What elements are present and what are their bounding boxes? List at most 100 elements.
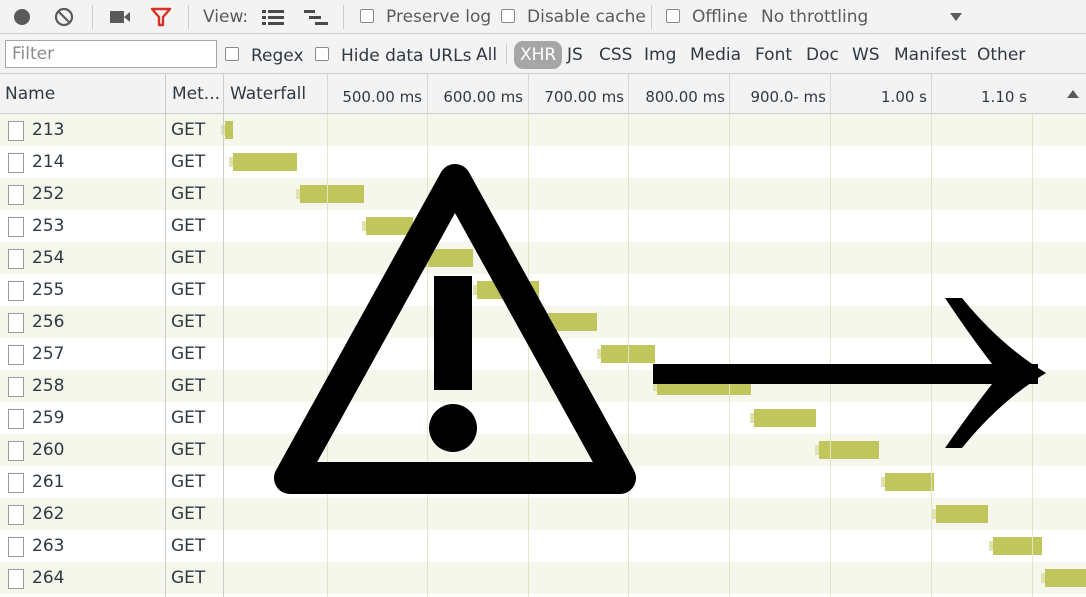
table-row[interactable]: 253 GET: [0, 210, 1086, 242]
preserve-log-label: Preserve log: [386, 7, 492, 27]
waterfall-gridline: [830, 114, 831, 597]
waterfall-bar[interactable]: [543, 313, 597, 331]
request-name: 253: [32, 216, 65, 236]
clear-icon[interactable]: [54, 7, 74, 27]
filter-input[interactable]: [5, 40, 217, 68]
filter-divider: [506, 44, 507, 64]
waterfall-bar[interactable]: [657, 377, 751, 395]
column-divider[interactable]: [165, 74, 166, 114]
type-filter-all[interactable]: All: [476, 45, 497, 65]
waterfall-bar[interactable]: [300, 185, 364, 203]
type-filter-xhr[interactable]: XHR: [514, 41, 563, 69]
request-method: GET: [171, 184, 206, 204]
request-method: GET: [171, 408, 206, 428]
waterfall-gridline: [528, 114, 529, 597]
document-icon: [8, 441, 24, 461]
waterfall-bar[interactable]: [885, 473, 934, 491]
waterfall-tick-label: 600.00 ms: [443, 88, 523, 106]
disable-cache-checkbox[interactable]: [501, 9, 515, 23]
request-method: GET: [171, 280, 206, 300]
table-row[interactable]: 260 GET: [0, 434, 1086, 466]
table-row[interactable]: 258 GET: [0, 370, 1086, 402]
waterfall-gridline: [427, 114, 428, 597]
table-row[interactable]: 264 GET: [0, 562, 1086, 594]
sort-ascending-icon[interactable]: [1066, 88, 1080, 100]
document-icon: [8, 313, 24, 333]
document-icon: [8, 409, 24, 429]
document-icon: [8, 121, 24, 141]
request-method: GET: [171, 344, 206, 364]
waterfall-bar[interactable]: [936, 505, 988, 523]
table-row[interactable]: 263 GET: [0, 530, 1086, 562]
filter-icon[interactable]: [150, 7, 172, 27]
waterfall-bar[interactable]: [993, 537, 1042, 555]
hide-data-urls-label: Hide data URLs: [341, 46, 472, 66]
type-filter-other[interactable]: Other: [977, 45, 1025, 65]
waterfall-bar[interactable]: [819, 441, 879, 459]
type-filter-media[interactable]: Media: [690, 45, 741, 65]
regex-checkbox[interactable]: [225, 47, 239, 61]
table-row[interactable]: 252 GET: [0, 178, 1086, 210]
type-filter-js[interactable]: JS: [567, 45, 583, 65]
type-filter-manifest[interactable]: Manifest: [894, 45, 967, 65]
requests-table-body: 213 GET 214 GET 252 GET 253 GET 254 GET 255 GET 256 G…: [0, 114, 1086, 597]
request-method: GET: [171, 120, 206, 140]
throttling-select[interactable]: No throttling: [761, 7, 868, 27]
disable-cache-label: Disable cache: [527, 7, 646, 27]
request-method: GET: [171, 504, 206, 524]
waterfall-overview-icon[interactable]: [304, 8, 328, 26]
document-icon: [8, 569, 24, 589]
document-icon: [8, 281, 24, 301]
column-header-waterfall[interactable]: Waterfall: [230, 84, 306, 104]
type-filter-ws[interactable]: WS: [852, 45, 880, 65]
hide-data-urls-checkbox[interactable]: [315, 47, 329, 61]
request-method: GET: [171, 152, 206, 172]
type-filter-css[interactable]: CSS: [599, 45, 632, 65]
waterfall-gridline: [327, 74, 328, 114]
waterfall-bar[interactable]: [366, 217, 413, 235]
waterfall-bar[interactable]: [754, 409, 816, 427]
request-method: GET: [171, 216, 206, 236]
large-rows-icon[interactable]: [262, 8, 284, 26]
screenshot-camera-icon[interactable]: [109, 9, 131, 25]
regex-label: Regex: [251, 46, 304, 66]
type-filter-doc[interactable]: Doc: [806, 45, 839, 65]
offline-label: Offline: [692, 7, 748, 27]
record-icon[interactable]: [12, 7, 32, 27]
table-row[interactable]: 261 GET: [0, 466, 1086, 498]
waterfall-gridline: [528, 74, 529, 114]
dropdown-arrow-icon[interactable]: [949, 11, 963, 23]
toolbar-divider: [92, 5, 93, 29]
column-divider[interactable]: [165, 114, 166, 597]
column-header-method[interactable]: Met...: [172, 84, 220, 104]
request-name: 263: [32, 536, 65, 556]
type-filter-img[interactable]: Img: [644, 45, 676, 65]
document-icon: [8, 185, 24, 205]
request-name: 256: [32, 312, 65, 332]
request-method: GET: [171, 440, 206, 460]
table-row[interactable]: 254 GET: [0, 242, 1086, 274]
waterfall-bar[interactable]: [233, 153, 297, 171]
column-header-name[interactable]: Name: [5, 84, 55, 104]
column-divider[interactable]: [223, 114, 224, 597]
table-row[interactable]: 213 GET: [0, 114, 1086, 146]
request-name: 260: [32, 440, 65, 460]
table-row[interactable]: 255 GET: [0, 274, 1086, 306]
request-name: 264: [32, 568, 65, 588]
waterfall-bar[interactable]: [477, 281, 539, 299]
waterfall-bar[interactable]: [225, 121, 233, 139]
type-filter-font[interactable]: Font: [755, 45, 792, 65]
offline-checkbox[interactable]: [666, 9, 680, 23]
request-method: GET: [171, 248, 206, 268]
request-name: 257: [32, 344, 65, 364]
preserve-log-checkbox[interactable]: [360, 9, 374, 23]
table-row[interactable]: 214 GET: [0, 146, 1086, 178]
waterfall-tick-label: 700.00 ms: [544, 88, 624, 106]
document-icon: [8, 345, 24, 365]
table-row[interactable]: 256 GET: [0, 306, 1086, 338]
table-row[interactable]: 257 GET: [0, 338, 1086, 370]
table-row[interactable]: 259 GET: [0, 402, 1086, 434]
table-row[interactable]: 262 GET: [0, 498, 1086, 530]
column-divider[interactable]: [223, 74, 224, 114]
waterfall-bar[interactable]: [1045, 569, 1086, 587]
